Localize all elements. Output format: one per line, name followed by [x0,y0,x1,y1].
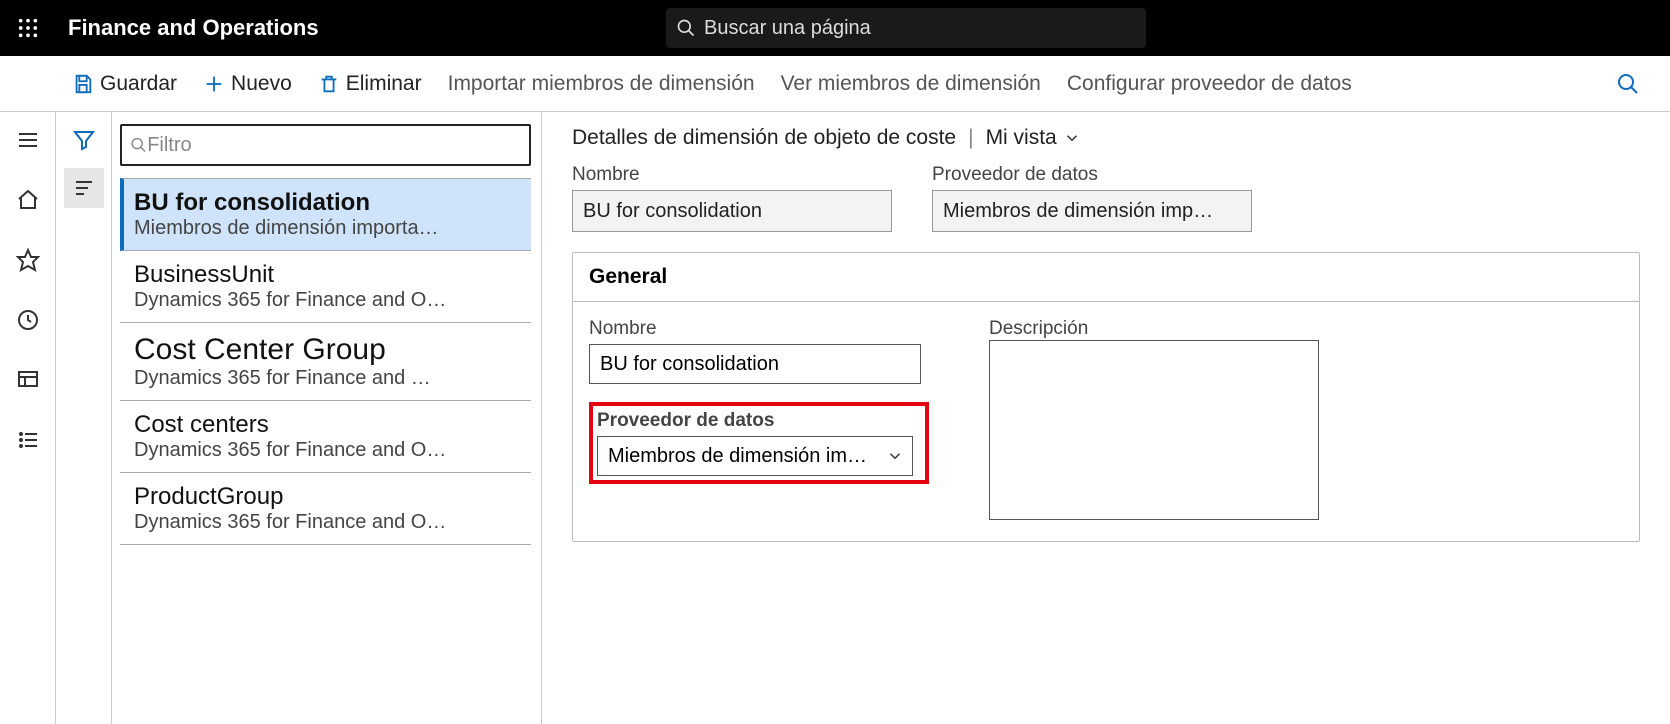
nav-home-button[interactable] [8,180,48,220]
view-selector[interactable]: Mi vista [986,126,1081,150]
save-button[interactable]: Guardar [72,72,177,96]
list-item[interactable]: BusinessUnit Dynamics 365 for Finance an… [120,251,531,323]
list-item-subtitle: Dynamics 365 for Finance and O… [134,511,521,534]
list-item[interactable]: Cost centers Dynamics 365 for Finance an… [120,401,531,473]
header-name-field: Nombre BU for consolidation [572,164,892,232]
list-filter-input[interactable] [147,134,521,157]
delete-label: Eliminar [346,72,422,96]
list-item[interactable]: BU for consolidation Miembros de dimensi… [120,178,531,251]
view-label: Ver miembros de dimensión [781,72,1041,96]
nav-favorites-button[interactable] [8,240,48,280]
list-item[interactable]: Cost Center Group Dynamics 365 for Finan… [120,323,531,401]
list-item-subtitle: Dynamics 365 for Finance and … [134,367,521,390]
list-icon [16,428,40,452]
import-label: Importar miembros de dimensión [448,72,755,96]
filter-pane-button[interactable] [64,120,104,160]
header-provider-field: Proveedor de datos Miembros de dimensión… [932,164,1252,232]
hamburger-icon [16,128,40,152]
plus-icon [203,73,225,95]
list-item-subtitle: Dynamics 365 for Finance and O… [134,289,521,312]
app-launcher-button[interactable] [0,0,56,56]
app-bar: Finance and Operations Buscar una página [0,0,1670,56]
nav-menu-button[interactable] [8,120,48,160]
save-icon [72,73,94,95]
waffle-icon [17,17,39,39]
list-pane-button[interactable] [64,168,104,208]
provider-dropdown[interactable]: Miembros de dimensión im… [597,436,913,476]
header-name-value: BU for consolidation [572,190,892,232]
new-button[interactable]: Nuevo [203,72,292,96]
import-members-button[interactable]: Importar miembros de dimensión [448,72,755,96]
header-name-label: Nombre [572,164,892,186]
clock-icon [16,308,40,332]
chevron-down-icon [1063,129,1081,147]
list-item-title: Cost Center Group [134,333,521,367]
nav-workspaces-button[interactable] [8,360,48,400]
section-title[interactable]: General [573,253,1639,302]
configure-label: Configurar proveedor de datos [1067,72,1352,96]
description-textarea[interactable] [989,340,1319,520]
header-provider-value: Miembros de dimensión imp… [932,190,1252,232]
funnel-icon [72,128,96,152]
description-label: Descripción [989,318,1088,339]
trash-icon [318,73,340,95]
list-item-title: ProductGroup [134,483,521,511]
list-item-title: Cost centers [134,411,521,439]
view-selector-label: Mi vista [986,126,1057,150]
name-input[interactable] [589,344,921,384]
header-provider-label: Proveedor de datos [932,164,1252,186]
configure-provider-button[interactable]: Configurar proveedor de datos [1067,72,1352,96]
page-search-button[interactable] [1616,72,1640,96]
name-label: Nombre [589,318,929,340]
new-label: Nuevo [231,72,292,96]
list-item-subtitle: Miembros de dimensión importa… [134,217,521,240]
sort-icon [72,176,96,200]
general-section: General Nombre Proveedor de datos Miembr… [572,252,1640,542]
list-item-title: BusinessUnit [134,261,521,289]
view-members-button[interactable]: Ver miembros de dimensión [781,72,1041,96]
global-search-placeholder: Buscar una página [704,17,871,40]
nav-recent-button[interactable] [8,300,48,340]
search-icon [130,136,147,154]
nav-rail [0,112,56,724]
search-icon [1616,72,1640,96]
filter-rail [56,112,112,724]
app-title: Finance and Operations [56,15,666,41]
workspace-icon [16,368,40,392]
list-panel: BU for consolidation Miembros de dimensi… [112,112,542,724]
provider-label: Proveedor de datos [597,410,921,432]
chevron-down-icon [886,447,904,465]
delete-button[interactable]: Eliminar [318,72,422,96]
provider-dropdown-value: Miembros de dimensión im… [608,445,867,468]
list-filter-box[interactable] [120,124,531,166]
provider-field-highlight: Proveedor de datos Miembros de dimensión… [589,402,929,484]
list-item[interactable]: ProductGroup Dynamics 365 for Finance an… [120,473,531,545]
header-fields: Nombre BU for consolidation Proveedor de… [572,164,1640,232]
save-label: Guardar [100,72,177,96]
list-item-subtitle: Dynamics 365 for Finance and O… [134,439,521,462]
nav-modules-button[interactable] [8,420,48,460]
page-header: Detalles de dimensión de objeto de coste… [572,126,1640,150]
global-search[interactable]: Buscar una página [666,8,1146,48]
star-icon [16,248,40,272]
home-icon [16,188,40,212]
page-title: Detalles de dimensión de objeto de coste [572,126,956,150]
detail-panel: Detalles de dimensión de objeto de coste… [542,112,1670,724]
breadcrumb-separator: | [968,126,973,150]
action-bar: Guardar Nuevo Eliminar Importar miembros… [0,56,1670,112]
search-icon [676,18,696,38]
list-item-title: BU for consolidation [134,189,521,217]
